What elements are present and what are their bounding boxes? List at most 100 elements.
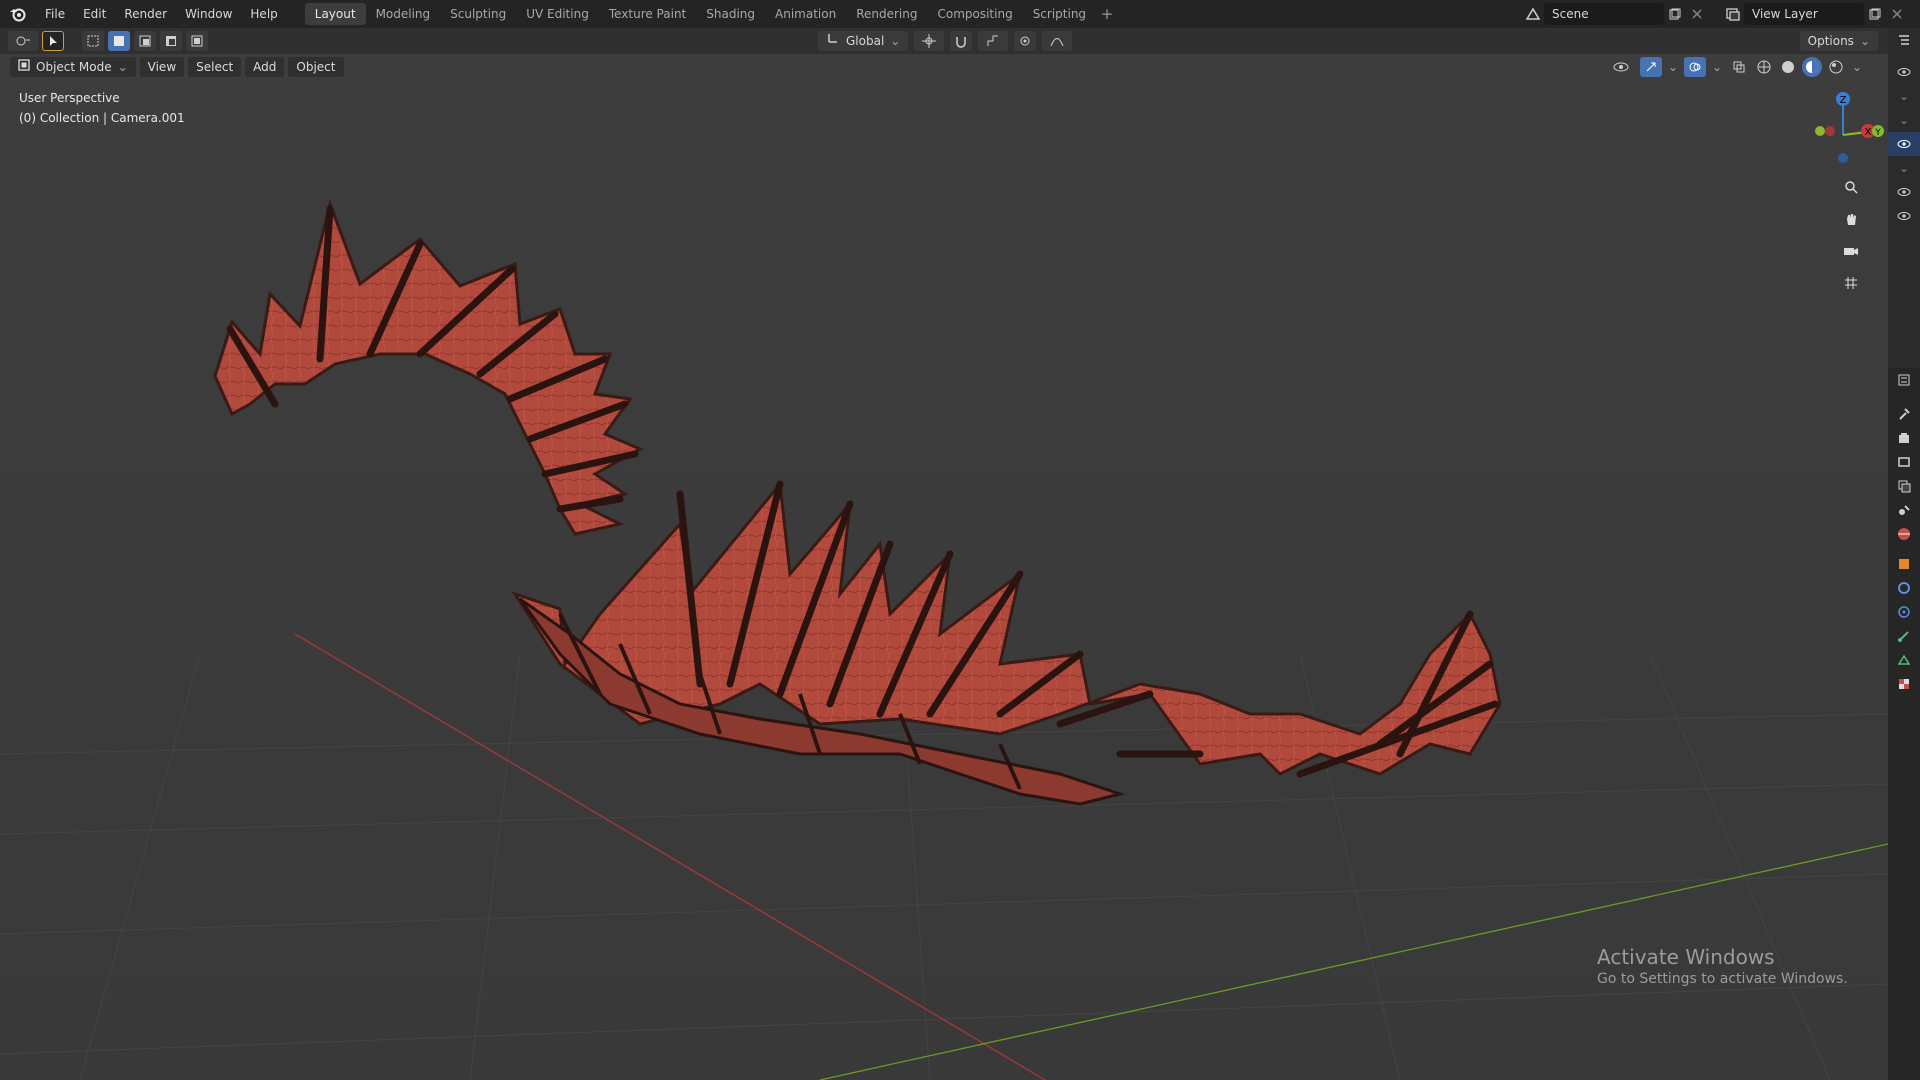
- eye-icon[interactable]: [1888, 60, 1920, 84]
- menu-help[interactable]: Help: [241, 0, 286, 28]
- tab-uv-editing[interactable]: UV Editing: [516, 3, 599, 25]
- scene-icon[interactable]: [1888, 498, 1920, 522]
- visibility-icon[interactable]: [1606, 57, 1636, 77]
- menu-edit[interactable]: Edit: [74, 0, 115, 28]
- orientation-label: Global: [846, 34, 885, 48]
- chevron-down-icon[interactable]: ⌄: [1666, 57, 1680, 77]
- object-menu[interactable]: Object: [288, 57, 344, 77]
- chevron-down-icon: ⌄: [890, 34, 901, 48]
- watermark-subtitle: Go to Settings to activate Windows.: [1597, 971, 1848, 987]
- pivot-point-icon[interactable]: [914, 31, 945, 51]
- properties-editor-icon[interactable]: [1888, 368, 1920, 392]
- close-scene-icon[interactable]: [1686, 3, 1708, 25]
- select-new-icon[interactable]: [82, 31, 104, 51]
- chevron-down-icon: ⌄: [1859, 34, 1870, 48]
- menu-file[interactable]: File: [36, 0, 74, 28]
- camera-view-icon[interactable]: [1838, 238, 1864, 264]
- gizmo-x-label: X: [1865, 127, 1872, 138]
- eye-icon[interactable]: [1888, 180, 1920, 204]
- proportional-edit-icon[interactable]: [1014, 31, 1037, 51]
- solid-shading-icon[interactable]: [1778, 57, 1798, 77]
- gizmo-z-label: Z: [1840, 95, 1847, 106]
- options-dropdown[interactable]: Options ⌄: [1799, 31, 1878, 51]
- object-mode-icon: [18, 57, 30, 77]
- render-icon[interactable]: [1888, 426, 1920, 450]
- chevron-icon[interactable]: ⌄: [1888, 108, 1920, 132]
- eye-icon[interactable]: [1888, 132, 1920, 156]
- scene-name-field[interactable]: Scene: [1544, 3, 1664, 25]
- select-extend-icon[interactable]: [108, 31, 130, 51]
- tab-rendering[interactable]: Rendering: [846, 3, 927, 25]
- perspective-toggle-icon[interactable]: [1838, 270, 1864, 296]
- chevron-down-icon: ⌄: [117, 60, 128, 74]
- material-shading-icon[interactable]: [1802, 57, 1822, 77]
- view-layer-icon[interactable]: [1888, 474, 1920, 498]
- tab-sculpting[interactable]: Sculpting: [440, 3, 516, 25]
- tab-layout[interactable]: Layout: [304, 3, 366, 25]
- scene-icon[interactable]: [1522, 3, 1544, 25]
- tab-modeling[interactable]: Modeling: [366, 3, 441, 25]
- select-menu[interactable]: Select: [188, 57, 242, 77]
- close-view-layer-icon[interactable]: [1886, 3, 1908, 25]
- tab-scripting[interactable]: Scripting: [1023, 3, 1096, 25]
- blender-logo-icon[interactable]: [0, 0, 36, 28]
- falloff-icon[interactable]: [1042, 31, 1073, 51]
- view-layer-name-field[interactable]: View Layer: [1744, 3, 1864, 25]
- scene-selector: Scene: [1522, 3, 1708, 25]
- chevron-icon[interactable]: ⌄: [1888, 84, 1920, 108]
- tab-shading[interactable]: Shading: [696, 3, 765, 25]
- modifier-icon[interactable]: [1888, 576, 1920, 600]
- orientation-icon: [826, 31, 840, 51]
- chevron-icon[interactable]: ⌄: [1888, 156, 1920, 180]
- viewport-header: Object Mode ⌄ View Select Add Object ⌄ ⌄: [0, 54, 1888, 80]
- world-icon[interactable]: [1888, 522, 1920, 546]
- new-scene-icon[interactable]: [1664, 3, 1686, 25]
- properties-panel: [1888, 368, 1920, 1080]
- tab-compositing[interactable]: Compositing: [927, 3, 1022, 25]
- constraint-icon[interactable]: [1888, 624, 1920, 648]
- menu-window[interactable]: Window: [176, 0, 241, 28]
- snap-target-icon[interactable]: [978, 31, 1009, 51]
- chevron-down-icon[interactable]: ⌄: [1710, 57, 1724, 77]
- data-icon[interactable]: [1888, 648, 1920, 672]
- rendered-shading-icon[interactable]: [1826, 57, 1846, 77]
- overlays-icon[interactable]: [1684, 57, 1706, 77]
- select-tool-icon[interactable]: [42, 31, 64, 51]
- eye-icon[interactable]: [1888, 204, 1920, 228]
- physics-icon[interactable]: [1888, 600, 1920, 624]
- mode-dropdown[interactable]: Object Mode ⌄: [10, 57, 136, 77]
- select-intersect-icon[interactable]: [186, 31, 208, 51]
- navigation-gizmo[interactable]: Z X Y: [1798, 81, 1888, 171]
- select-invert-icon[interactable]: [160, 31, 182, 51]
- outliner-editor-icon[interactable]: [1888, 28, 1920, 52]
- tool-icon[interactable]: [1888, 402, 1920, 426]
- gizmo-toggle-icon[interactable]: [1640, 57, 1662, 77]
- tab-animation[interactable]: Animation: [765, 3, 846, 25]
- view-layer-icon[interactable]: [1722, 3, 1744, 25]
- add-workspace-button[interactable]: +: [1096, 3, 1118, 25]
- texture-icon[interactable]: [1888, 672, 1920, 696]
- 3d-viewport[interactable]: Object Mode ⌄ View Select Add Object ⌄ ⌄: [0, 54, 1888, 1080]
- xray-icon[interactable]: [1728, 57, 1750, 77]
- menu-render[interactable]: Render: [115, 0, 176, 28]
- outliner-panel: ⌄ ⌄ ⌄: [1888, 28, 1920, 368]
- add-menu[interactable]: Add: [245, 57, 285, 77]
- hand-pan-icon[interactable]: [1838, 206, 1864, 232]
- tab-texture-paint[interactable]: Texture Paint: [599, 3, 696, 25]
- select-subtract-icon[interactable]: [134, 31, 156, 51]
- viewport-scene: [0, 54, 1888, 1080]
- new-view-layer-icon[interactable]: [1864, 3, 1886, 25]
- tool-header: Global ⌄ Options ⌄: [0, 28, 1888, 54]
- snap-icon[interactable]: [950, 31, 973, 51]
- object-icon[interactable]: [1888, 552, 1920, 576]
- options-label: Options: [1807, 34, 1854, 48]
- watermark-title: Activate Windows: [1597, 945, 1775, 969]
- view-menu[interactable]: View: [139, 57, 185, 77]
- chevron-down-icon[interactable]: ⌄: [1850, 57, 1864, 77]
- output-icon[interactable]: [1888, 450, 1920, 474]
- editor-type-icon[interactable]: [8, 31, 38, 51]
- navigation-tools: [1838, 174, 1864, 296]
- wireframe-shading-icon[interactable]: [1754, 57, 1774, 77]
- orientation-dropdown[interactable]: Global ⌄: [818, 31, 909, 51]
- zoom-icon[interactable]: [1838, 174, 1864, 200]
